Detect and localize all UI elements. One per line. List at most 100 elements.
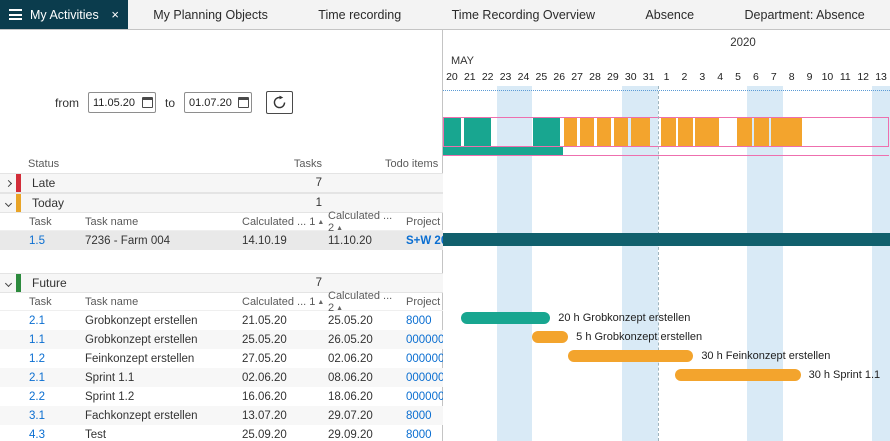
tab-my-activities[interactable]: My Activities × <box>0 0 128 29</box>
gantt-body[interactable]: 20 h Grobkonzept erstellen5 h Grobkonzep… <box>443 86 890 441</box>
column-header-project[interactable]: Project <box>404 216 443 228</box>
column-header-project[interactable]: Project <box>404 296 443 308</box>
day-header: 5 <box>729 71 747 86</box>
column-header-calculated-2[interactable]: Calculated ... 2▲ <box>326 210 404 234</box>
task-number-link[interactable]: 3.1 <box>29 410 45 422</box>
column-header-task[interactable]: Task <box>21 296 77 308</box>
task-number-cell: 1.5 <box>21 235 77 247</box>
app-root: My Activities × My Planning Objects Time … <box>0 0 890 441</box>
gantt-month-label: MAY <box>451 55 474 67</box>
day-header: 10 <box>818 71 836 86</box>
to-date-input[interactable] <box>189 97 235 109</box>
task-row[interactable]: 1.57236 - Farm 00414.10.1911.10.20S+W 20… <box>0 231 443 250</box>
task-table: Status Tasks Todo items Late7Today1TaskT… <box>0 155 443 441</box>
project-link[interactable]: 000000 <box>406 334 443 346</box>
to-date-field[interactable] <box>184 92 252 113</box>
calculated-date-1: 14.10.19 <box>240 235 326 247</box>
group-name: Future <box>21 276 222 290</box>
calculated-date-2: 29.07.20 <box>326 410 404 422</box>
calendar-icon[interactable] <box>142 97 153 108</box>
calculated-date-2: 02.06.20 <box>326 353 404 365</box>
capacity-baseline-lane <box>443 147 889 156</box>
gantt-bar[interactable] <box>568 350 693 362</box>
task-row[interactable]: 2.2Sprint 1.216.06.2018.06.20000000 <box>0 387 443 406</box>
task-number-link[interactable]: 1.2 <box>29 353 45 365</box>
column-header-task[interactable]: Task <box>21 216 77 228</box>
expand-chevron-icon[interactable] <box>4 179 11 186</box>
column-header-calculated-1[interactable]: Calculated ... 1▲ <box>240 296 326 308</box>
task-name: Sprint 1.1 <box>77 372 240 384</box>
capacity-segment <box>533 118 560 146</box>
capacity-segment <box>580 118 594 146</box>
project-link[interactable]: 8000 <box>406 429 432 441</box>
project-cell: 8000 <box>404 429 443 441</box>
close-tab-icon[interactable]: × <box>111 7 119 22</box>
capacity-segment <box>737 118 751 146</box>
column-header-task-name[interactable]: Task name <box>77 296 240 308</box>
project-link[interactable]: 000000 <box>406 372 443 384</box>
task-name: 7236 - Farm 004 <box>77 235 240 247</box>
gantt-bar[interactable] <box>675 369 800 381</box>
group-late: Late7 <box>0 173 443 193</box>
expand-chevron-icon[interactable] <box>4 279 11 286</box>
gantt-day-header: 2021222324252627282930311234567891011121… <box>443 71 890 86</box>
calculated-date-1: 02.06.20 <box>240 372 326 384</box>
tab-department-absence[interactable]: Department: Absence <box>745 8 865 22</box>
refresh-icon <box>272 95 287 110</box>
day-header: 6 <box>747 71 765 86</box>
project-link[interactable]: 8000 <box>406 315 432 327</box>
refresh-button[interactable] <box>266 91 293 114</box>
sort-ascending-icon[interactable]: ▲ <box>336 225 343 232</box>
project-link[interactable]: 8000 <box>406 410 432 422</box>
task-row[interactable]: 1.2Feinkonzept erstellen27.05.2002.06.20… <box>0 349 443 368</box>
sort-ascending-icon[interactable]: ▲ <box>317 299 324 306</box>
project-link[interactable]: 000000 <box>406 391 443 403</box>
task-row[interactable]: 2.1Grobkonzept erstellen21.05.2025.05.20… <box>0 311 443 330</box>
task-name: Sprint 1.2 <box>77 391 240 403</box>
tab-list: My Planning Objects Time recording Time Re… <box>128 0 890 29</box>
column-header-calculated-2[interactable]: Calculated ... 2▲ <box>326 290 404 314</box>
hamburger-menu-icon[interactable] <box>9 9 22 20</box>
task-number-link[interactable]: 2.2 <box>29 391 45 403</box>
capacity-segment <box>695 118 719 146</box>
column-header-calculated-1[interactable]: Calculated ... 1▲ <box>240 216 326 228</box>
sort-ascending-icon[interactable]: ▲ <box>317 219 324 226</box>
expand-chevron-icon[interactable] <box>4 199 11 206</box>
day-header: 20 <box>443 71 461 86</box>
calculated-date-1: 27.05.20 <box>240 353 326 365</box>
group-row-late[interactable]: Late7 <box>0 173 443 193</box>
sort-ascending-icon[interactable]: ▲ <box>336 305 343 312</box>
column-header-task-name[interactable]: Task name <box>77 216 240 228</box>
gantt-bar[interactable] <box>461 312 550 324</box>
day-header: 28 <box>586 71 604 86</box>
day-header: 12 <box>854 71 872 86</box>
task-number-link[interactable]: 4.3 <box>29 429 45 441</box>
gantt-bar[interactable] <box>532 331 568 343</box>
task-row[interactable]: 1.1Grobkonzept erstellen25.05.2026.05.20… <box>0 330 443 349</box>
task-number-link[interactable]: 1.5 <box>29 235 45 247</box>
capacity-segment <box>614 118 628 146</box>
project-link[interactable]: S+W 20X <box>406 235 443 247</box>
project-cell: 000000 <box>404 372 443 384</box>
tab-time-recording-overview[interactable]: Time Recording Overview <box>452 8 595 22</box>
capacity-segment <box>564 118 577 146</box>
tab-my-planning-objects[interactable]: My Planning Objects <box>153 8 268 22</box>
gantt-panel: 2020 MAY 2021222324252627282930311234567… <box>443 30 890 441</box>
task-number-link[interactable]: 2.1 <box>29 315 45 327</box>
from-date-input[interactable] <box>93 97 139 109</box>
from-date-field[interactable] <box>88 92 156 113</box>
task-row[interactable]: 2.1Sprint 1.102.06.2008.06.20000000 <box>0 368 443 387</box>
task-span-bar[interactable] <box>443 233 890 246</box>
task-row[interactable]: 3.1Fachkonzept erstellen13.07.2029.07.20… <box>0 406 443 425</box>
tab-absence[interactable]: Absence <box>645 8 694 22</box>
capacity-segment <box>754 118 768 146</box>
task-number-link[interactable]: 2.1 <box>29 372 45 384</box>
project-link[interactable]: 000000 <box>406 353 443 365</box>
task-number-link[interactable]: 1.1 <box>29 334 45 346</box>
capacity-segment <box>678 118 692 146</box>
project-cell: 8000 <box>404 315 443 327</box>
tab-time-recording[interactable]: Time recording <box>318 8 401 22</box>
task-number-cell: 4.3 <box>21 429 77 441</box>
calendar-icon[interactable] <box>238 97 249 108</box>
task-row[interactable]: 4.3Test25.09.2029.09.208000 <box>0 425 443 441</box>
